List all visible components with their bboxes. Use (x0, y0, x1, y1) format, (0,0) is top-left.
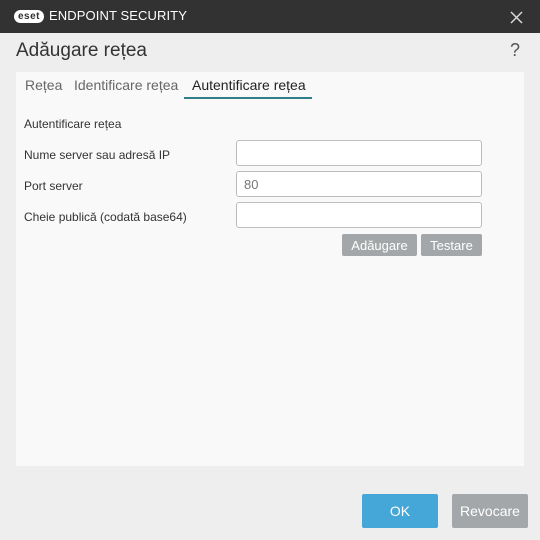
cancel-button[interactable]: Revocare (452, 494, 528, 528)
port-input[interactable] (236, 171, 482, 197)
logo-badge: eset (14, 9, 45, 23)
add-button[interactable]: Adăugare (342, 234, 417, 256)
tab-bar: Rețea Identificare rețea Autentificare r… (16, 72, 524, 100)
test-button[interactable]: Testare (421, 234, 482, 256)
close-icon (510, 11, 522, 23)
active-tab-indicator (184, 97, 312, 99)
tab-autentificare-retea[interactable]: Autentificare rețea (192, 77, 306, 98)
content-panel: Rețea Identificare rețea Autentificare r… (16, 72, 524, 466)
tab-retea[interactable]: Rețea (25, 77, 62, 98)
tab-identificare-retea[interactable]: Identificare rețea (74, 77, 178, 98)
product-name: ENDPOINT SECURITY (49, 8, 187, 23)
public-key-input[interactable] (236, 202, 482, 228)
server-label: Nume server sau adresă IP (24, 148, 171, 162)
port-label: Port server (24, 179, 83, 193)
server-input[interactable] (236, 140, 482, 166)
section-heading: Autentificare rețea (24, 117, 122, 131)
title-bar: eset ENDPOINT SECURITY (0, 0, 540, 33)
public-key-label: Cheie publică (codată base64) (24, 210, 187, 224)
ok-button[interactable]: OK (362, 494, 438, 528)
dialog-title: Adăugare rețea (16, 40, 147, 61)
eset-logo: eset ENDPOINT SECURITY (14, 9, 187, 23)
close-button[interactable] (506, 7, 526, 27)
help-button[interactable]: ? (510, 40, 520, 61)
